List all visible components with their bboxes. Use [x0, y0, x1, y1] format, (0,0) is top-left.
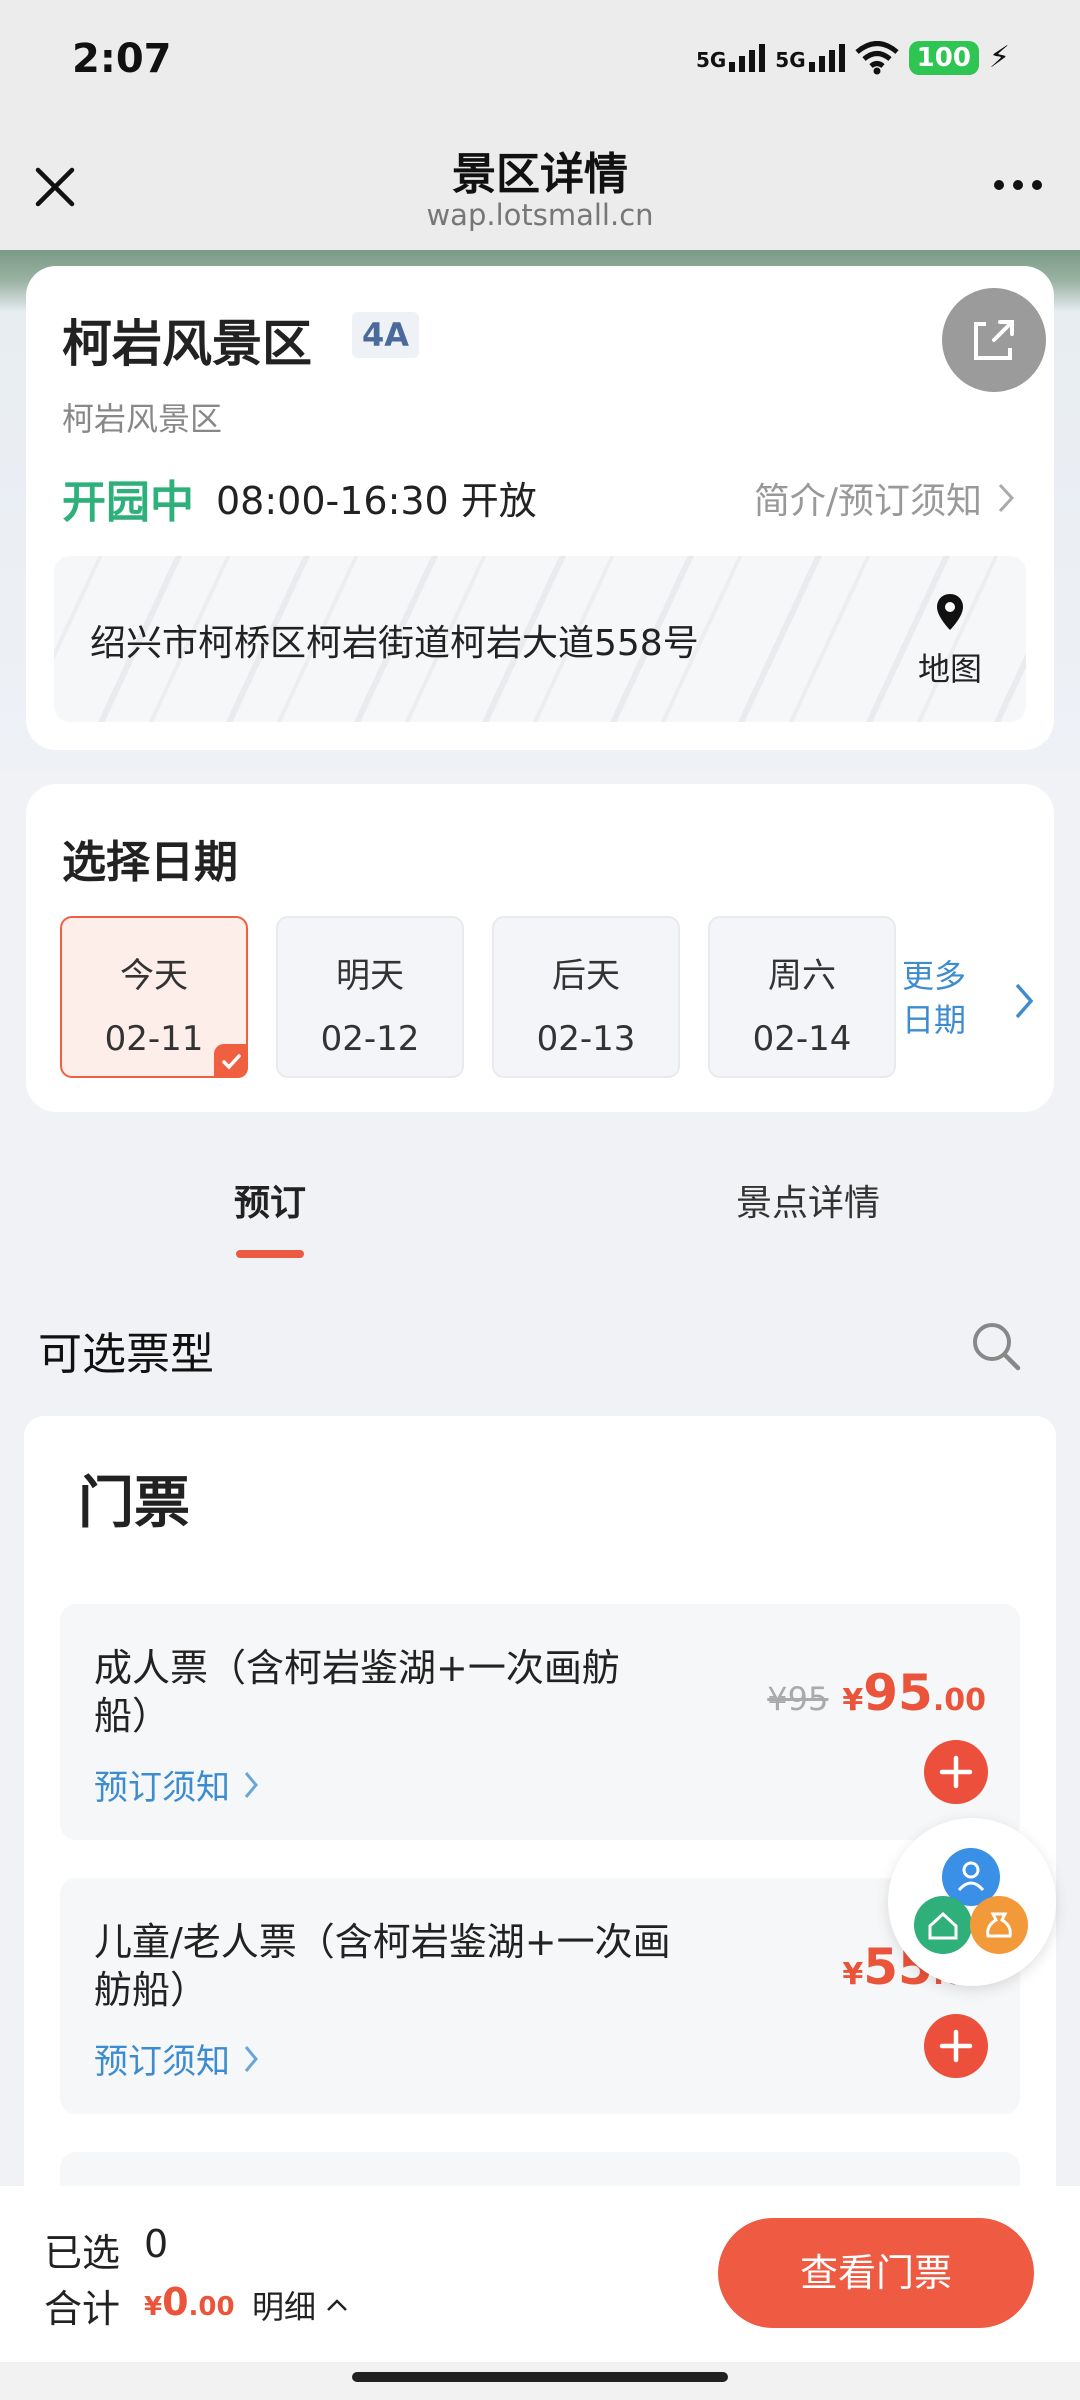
- total-amount: ¥0.00: [144, 2280, 235, 2324]
- ticket-price: ¥95 ¥95.00: [767, 1664, 986, 1722]
- plus-icon: [939, 2029, 973, 2063]
- date-chip-label: 今天: [120, 956, 188, 996]
- booking-notice-label: 预订须知: [94, 2042, 230, 2082]
- total-label: 合计: [44, 2287, 121, 2331]
- date-chip-today[interactable]: 今天 02-11: [60, 916, 248, 1078]
- ticket-type-title: 可选票型: [38, 1329, 214, 1380]
- page-url: wap.lotsmall.cn: [426, 198, 654, 232]
- price-detail-toggle[interactable]: 明细: [252, 2282, 348, 2328]
- tab-book[interactable]: 预订: [234, 1174, 306, 1226]
- date-chip-tomorrow[interactable]: 明天 02-12: [276, 916, 464, 1078]
- booking-notice-link[interactable]: 预订须知: [94, 2034, 258, 2083]
- home-icon: [914, 1896, 972, 1954]
- selected-count: 0: [144, 2222, 169, 2266]
- network-type-1: 5G: [695, 47, 727, 72]
- more-options-icon[interactable]: [994, 180, 1042, 190]
- date-select-title: 选择日期: [62, 837, 238, 888]
- scenic-name: 柯岩风景区: [62, 315, 312, 373]
- status-bar: 2:07 5G 5G 100 ⚡: [0, 0, 1080, 120]
- scenic-subname: 柯岩风景区: [62, 400, 223, 438]
- date-select-card: 选择日期 今天 02-11 明天 02-12 后天 02-13 周六 02-14…: [26, 784, 1054, 1112]
- home-indicator[interactable]: [352, 2372, 728, 2382]
- ticket-item[interactable]: 儿童/老人票（含柯岩鉴湖+一次画舫船） 预订须知 ¥55.00: [60, 1878, 1020, 2114]
- date-chip-label: 明天: [336, 956, 404, 996]
- address-text: 绍兴市柯桥区柯岩街道柯岩大道558号: [90, 623, 699, 664]
- status-time: 2:07: [72, 36, 172, 82]
- date-chip-saturday[interactable]: 周六 02-14: [708, 916, 896, 1078]
- signal-icon-2: 5G: [775, 43, 845, 72]
- open-status: 开园中: [62, 477, 194, 528]
- date-chip-label: 周六: [768, 956, 836, 996]
- selected-label: 已选: [44, 2231, 121, 2275]
- price-detail-label: 明细: [252, 2288, 317, 2326]
- checkout-bar: 已选 0 合计 ¥0.00 明细 查看门票: [0, 2186, 1080, 2362]
- ticket-category-title: 门票: [78, 1471, 190, 1536]
- chevron-right-icon: [244, 2045, 258, 2072]
- money-bag-icon: [970, 1896, 1028, 1954]
- current-price: ¥95.00: [842, 1664, 986, 1722]
- system-nav-area: [0, 2362, 1080, 2400]
- wifi-icon: [855, 40, 899, 74]
- intro-notice-link[interactable]: 简介/预订须知: [754, 472, 1014, 524]
- battery-icon: 100: [908, 40, 979, 75]
- more-dates-line1: 更多: [902, 957, 967, 995]
- ticket-name: 成人票（含柯岩鉴湖+一次画舫船）: [94, 1646, 620, 1738]
- level-badge: 4A: [352, 312, 420, 358]
- original-price: ¥95: [767, 1680, 829, 1718]
- more-dates-line2: 日期: [902, 1001, 967, 1039]
- add-ticket-button[interactable]: [924, 1740, 988, 1804]
- nav-bar: 景区详情 wap.lotsmall.cn: [0, 120, 1080, 250]
- ticket-item[interactable]: 成人票（含柯岩鉴湖+一次画舫船） 预订须知 ¥95 ¥95.00: [60, 1604, 1020, 1840]
- date-chip-date: 02-13: [536, 1019, 636, 1059]
- date-chip-label: 后天: [552, 956, 620, 996]
- plus-icon: [939, 1755, 973, 1789]
- chevron-right-icon: [244, 1771, 258, 1798]
- map-button[interactable]: 地图: [910, 592, 990, 690]
- tab-active-indicator: [236, 1250, 304, 1258]
- search-icon[interactable]: [968, 1318, 1024, 1374]
- view-tickets-button[interactable]: 查看门票: [718, 2218, 1034, 2328]
- intro-notice-label: 简介/预订须知: [753, 481, 982, 522]
- map-label: 地图: [917, 650, 982, 688]
- charging-icon: ⚡: [988, 40, 1010, 75]
- date-chip-day-after[interactable]: 后天 02-13: [492, 916, 680, 1078]
- tab-scenic-detail[interactable]: 景点详情: [736, 1174, 880, 1226]
- more-dates-link[interactable]: 更多 日期: [902, 954, 966, 1042]
- date-chip-date: 02-12: [320, 1019, 420, 1059]
- date-chip-date: 02-14: [752, 1019, 852, 1059]
- address-box[interactable]: 绍兴市柯桥区柯岩街道柯岩大道558号 地图: [54, 556, 1026, 722]
- chevron-right-icon: [998, 483, 1014, 513]
- tab-bar: 预订 景点详情: [0, 1150, 1080, 1260]
- network-type-2: 5G: [775, 47, 806, 72]
- chevron-right-icon[interactable]: [1014, 982, 1034, 1020]
- checkmark-icon: [214, 1044, 248, 1078]
- floating-service-widget[interactable]: [888, 1818, 1056, 1986]
- booking-notice-label: 预订须知: [94, 1768, 230, 1808]
- date-chip-list: 今天 02-11 明天 02-12 后天 02-13 周六 02-14: [60, 916, 896, 1078]
- ticket-name: 儿童/老人票（含柯岩鉴湖+一次画舫船）: [94, 1920, 671, 2012]
- open-hours: 08:00-16:30 开放: [216, 479, 537, 523]
- scenic-info-card: 柯岩风景区 4A 柯岩风景区 开园中 08:00-16:30 开放 简介/预订须…: [26, 266, 1054, 750]
- share-button[interactable]: [942, 288, 1046, 392]
- booking-notice-link[interactable]: 预订须知: [94, 1760, 258, 1809]
- signal-icon: 5G: [695, 43, 766, 72]
- chevron-up-icon: [327, 2299, 347, 2311]
- share-icon: [974, 320, 1014, 360]
- add-ticket-button[interactable]: [924, 2014, 988, 2078]
- status-icons: 5G 5G 100 ⚡: [696, 40, 1010, 75]
- page-title: 景区详情: [452, 149, 628, 200]
- location-pin-icon: [937, 594, 963, 630]
